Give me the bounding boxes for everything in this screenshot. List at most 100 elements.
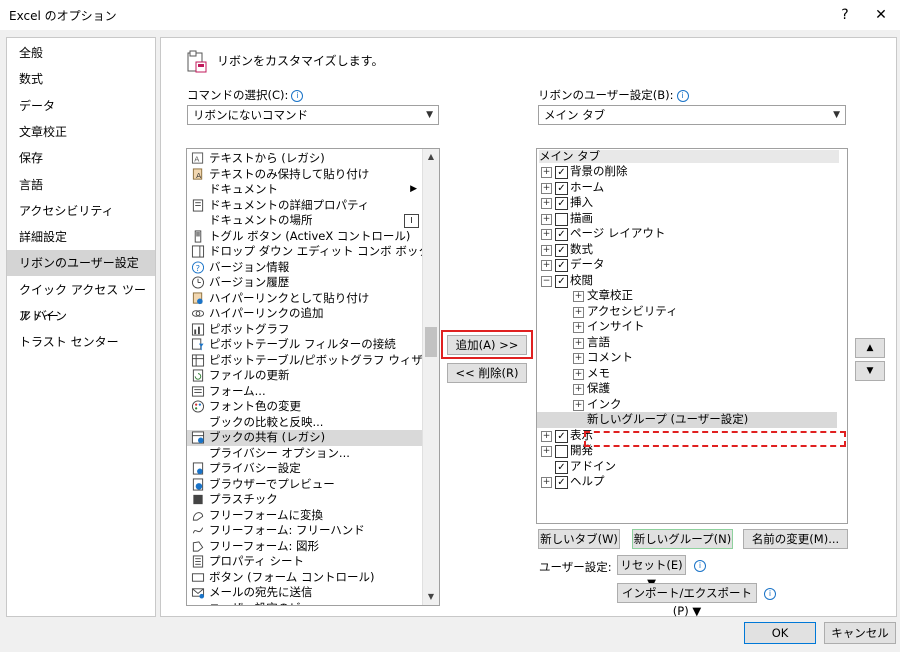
sidebar-item[interactable]: クイック アクセス ツール バー	[7, 277, 155, 323]
help-button[interactable]: ?	[832, 4, 858, 26]
expand-icon[interactable]: +	[573, 322, 584, 333]
expand-icon[interactable]: +	[541, 182, 552, 194]
command-item[interactable]: ドキュメントの詳細プロパティ	[187, 198, 423, 214]
ribbon-group-item[interactable]: + インサイト	[537, 319, 837, 335]
tab-checkbox[interactable]: ✓	[555, 166, 568, 179]
command-item[interactable]: フォント色の変更	[187, 399, 423, 415]
collapse-icon[interactable]: −	[541, 275, 552, 287]
sidebar-item[interactable]: トラスト センター	[7, 329, 155, 355]
tab-checkbox[interactable]: ✓	[555, 243, 568, 257]
expand-icon[interactable]: +	[573, 337, 584, 349]
tab-checkbox[interactable]: ✓	[555, 476, 568, 489]
ribbon-tab-item[interactable]: + ✓ ヘルプ	[537, 474, 837, 490]
ribbon-tab-item[interactable]: + ✓ データ	[537, 257, 837, 273]
sidebar-item[interactable]: 保存	[7, 145, 155, 171]
scroll-thumb[interactable]	[425, 327, 437, 357]
ribbon-group-item[interactable]: + 文章校正	[537, 288, 837, 304]
sidebar-item[interactable]: 詳細設定	[7, 224, 155, 250]
scroll-down-icon[interactable]: ▼	[423, 589, 439, 605]
tab-checkbox[interactable]	[555, 445, 568, 458]
ribbon-tree[interactable]: メイン タブ + ✓ 背景の削除 + ✓ ホーム + ✓ 挿入 + 描画 + ✓ ページ レイアウト + ✓ 数…	[536, 148, 848, 524]
command-item[interactable]: ハイパーリンクの追加	[187, 306, 423, 322]
cancel-button[interactable]: キャンセル	[824, 622, 896, 644]
command-item[interactable]: ドキュメントの場所 I	[187, 213, 423, 229]
expand-icon[interactable]: +	[573, 368, 584, 380]
sidebar-item[interactable]: アクセシビリティ	[7, 198, 155, 224]
tab-checkbox[interactable]	[555, 212, 568, 226]
sidebar-item[interactable]: 数式	[7, 66, 155, 92]
ribbon-group-item[interactable]: + アクセシビリティ	[537, 304, 837, 320]
command-item[interactable]: プライバシー オプション...	[187, 446, 423, 462]
sidebar-item[interactable]: アドイン	[7, 303, 155, 329]
command-item[interactable]: ブックの共有 (レガシ)	[187, 430, 423, 446]
command-item[interactable]: ピボットテーブル フィルターの接続	[187, 337, 423, 353]
close-button[interactable]: ✕	[868, 4, 894, 26]
expand-icon[interactable]: +	[541, 244, 552, 256]
expand-icon[interactable]: +	[573, 399, 584, 411]
ribbon-tab-item[interactable]: + ✓ ホーム	[537, 180, 837, 196]
expand-icon[interactable]: +	[573, 384, 584, 395]
command-item[interactable]: メールの宛先に送信	[187, 585, 423, 601]
command-item[interactable]: A テキストから (レガシ)	[187, 151, 423, 167]
command-item[interactable]: ? バージョン情報	[187, 260, 423, 276]
command-item[interactable]: ボタン (フォーム コントロール)	[187, 570, 423, 586]
ribbon-group-item[interactable]: + メモ	[537, 366, 837, 382]
command-item[interactable]: フリーフォームに変換	[187, 508, 423, 524]
tab-checkbox[interactable]: ✓	[555, 460, 568, 474]
expand-icon[interactable]: +	[541, 229, 552, 240]
ribbon-tab-item[interactable]: + ✓ ページ レイアウト	[537, 226, 837, 242]
tab-checkbox[interactable]: ✓	[555, 181, 568, 195]
ok-button[interactable]: OK	[744, 622, 816, 644]
ribbon-tab-item[interactable]: + ✓ 背景の削除	[537, 164, 837, 180]
command-item[interactable]: フォーム...	[187, 384, 423, 400]
expand-icon[interactable]: +	[573, 306, 584, 318]
command-item[interactable]: ピボットグラフ	[187, 322, 423, 338]
expand-icon[interactable]: +	[541, 198, 552, 209]
ribbon-group-item[interactable]: + インク	[537, 397, 837, 413]
ribbon-tab-item[interactable]: + ✓ 挿入	[537, 195, 837, 211]
command-item[interactable]: ドキュメント ▶	[187, 182, 423, 198]
commands-combo[interactable]: リボンにないコマンド ▼	[187, 105, 439, 125]
expand-icon[interactable]: +	[541, 260, 552, 271]
ribbon-group-item[interactable]: + 言語	[537, 335, 837, 351]
commands-scrollbar[interactable]: ▲ ▼	[422, 149, 439, 605]
commands-list[interactable]: A テキストから (レガシ) A テキストのみ保持して貼り付け ドキュメント ▶ ドキュメン…	[186, 148, 440, 606]
ribbon-tab-item[interactable]: + ✓ 数式	[537, 242, 837, 258]
command-item[interactable]: プライバシー設定	[187, 461, 423, 477]
add-button[interactable]: 追加(A) >>	[447, 335, 527, 355]
ribbon-group-item[interactable]: 新しいグループ (ユーザー設定)	[537, 412, 837, 428]
scroll-up-icon[interactable]: ▲	[423, 149, 439, 165]
command-item[interactable]: ユーザー設定のビュ...	[187, 601, 423, 606]
command-item[interactable]: ブラウザーでプレビュー	[187, 477, 423, 493]
move-down-button[interactable]: ▼	[855, 361, 885, 381]
expand-icon[interactable]: +	[541, 167, 552, 178]
ribbon-tab-item[interactable]: + 描画	[537, 211, 837, 227]
command-item[interactable]: A テキストのみ保持して貼り付け	[187, 167, 423, 183]
move-up-button[interactable]: ▲	[855, 338, 885, 358]
ribbon-combo[interactable]: メイン タブ ▼	[538, 105, 846, 125]
sidebar-item[interactable]: 全般	[7, 40, 155, 66]
import-export-button[interactable]: インポート/エクスポート(P) ▼	[617, 583, 757, 618]
command-item[interactable]: バージョン履歴	[187, 275, 423, 291]
reset-button[interactable]: リセット(E) ▼	[617, 555, 686, 590]
command-item[interactable]: プロパティ シート	[187, 554, 423, 570]
tab-checkbox[interactable]: ✓	[555, 429, 568, 443]
ribbon-tab-item[interactable]: − ✓ 校閲	[537, 273, 837, 289]
ribbon-group-item[interactable]: + 保護	[537, 381, 837, 397]
command-item[interactable]: フリーフォーム: 図形	[187, 539, 423, 555]
command-item[interactable]: フリーフォーム: フリーハンド	[187, 523, 423, 539]
expand-icon[interactable]: +	[541, 477, 552, 488]
remove-button[interactable]: << 削除(R)	[447, 363, 527, 383]
expand-icon[interactable]: +	[541, 446, 552, 457]
new-tab-button[interactable]: 新しいタブ(W)	[538, 529, 620, 549]
new-group-button[interactable]: 新しいグループ(N)	[632, 529, 733, 549]
expand-icon[interactable]: +	[573, 291, 584, 302]
ribbon-group-item[interactable]: + コメント	[537, 350, 837, 366]
tab-checkbox[interactable]: ✓	[555, 259, 568, 272]
command-item[interactable]: プラスチック	[187, 492, 423, 508]
ribbon-tab-item[interactable]: ✓ アドイン	[537, 459, 837, 475]
tab-checkbox[interactable]: ✓	[555, 228, 568, 241]
sidebar-item[interactable]: データ	[7, 93, 155, 119]
expand-icon[interactable]: +	[573, 353, 584, 364]
command-item[interactable]: ピボットテーブル/ピボットグラフ ウィザード	[187, 353, 439, 369]
